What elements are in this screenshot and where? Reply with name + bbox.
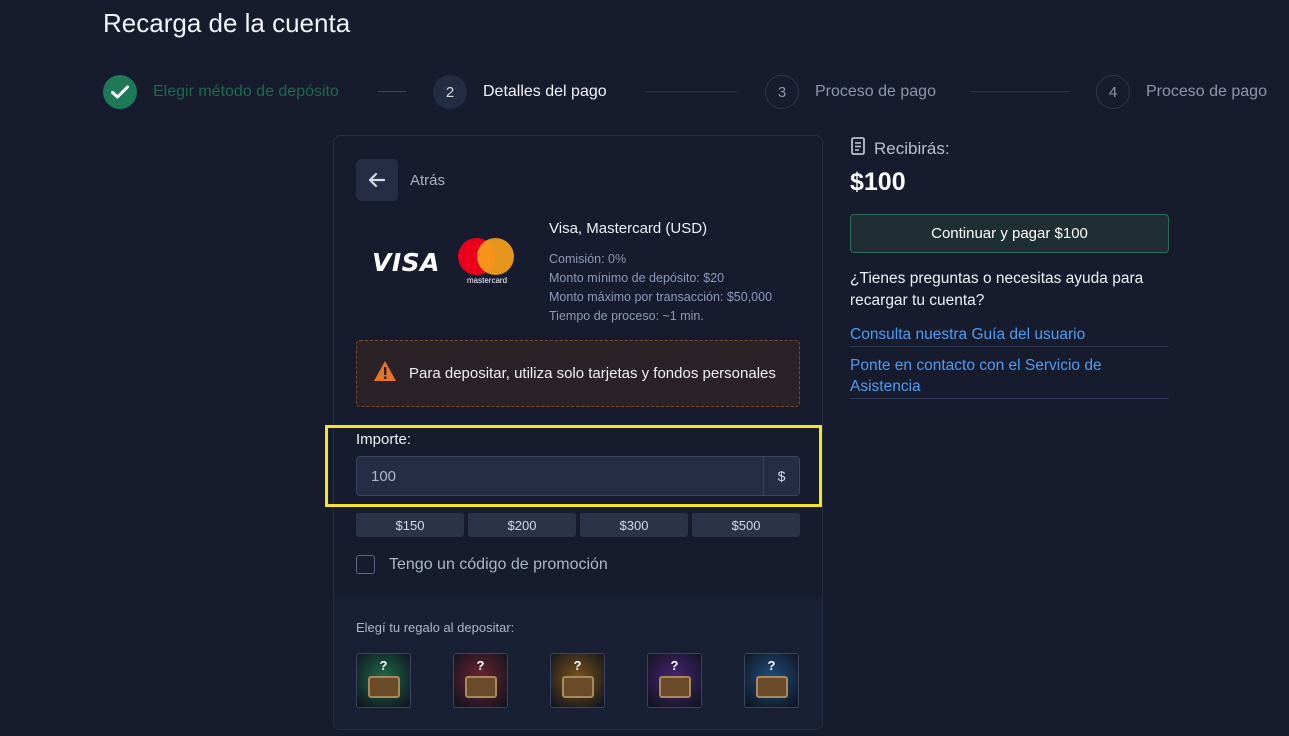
check-icon [103,75,137,109]
promo-checkbox[interactable] [356,555,375,574]
step-label: Proceso de pago [1146,83,1267,100]
amount-label: Importe: [356,431,412,448]
commission-text: Comisión: 0% [549,252,627,266]
step-connector [378,91,406,92]
step-label: Proceso de pago [815,83,936,100]
quick-amount-150[interactable]: $150 [356,513,464,537]
page-title: Recarga de la cuenta [103,8,351,38]
promo-code-toggle[interactable]: Tengo un código de promoción [356,555,608,574]
step-number: 4 [1096,75,1130,109]
gift-label: Elegí tu regalo al depositar: [356,620,515,635]
amount-input[interactable] [357,457,763,495]
step-connector [645,91,737,92]
quick-amount-200[interactable]: $200 [468,513,576,537]
receipt-icon [850,137,866,160]
chest-question-mark: ? [476,658,485,673]
back-label[interactable]: Atrás [410,172,445,189]
mastercard-logo: mastercard [456,238,518,286]
quick-amount-500[interactable]: $500 [692,513,800,537]
chest-question-mark: ? [379,658,388,673]
step-payment-process-2: 4 Proceso de pago [1096,74,1267,110]
receive-amount: $100 [850,168,906,196]
chest-purple-icon[interactable]: ? [647,653,702,708]
currency-suffix: $ [763,457,799,495]
chest-question-mark: ? [670,658,679,673]
method-info: Comisión: 0% Monto mínimo de depósito: $… [549,250,772,326]
support-contact-link[interactable]: Ponte en contacto con el Servicio de Asi… [850,355,1169,399]
step-number: 3 [765,75,799,109]
min-deposit-text: Monto mínimo de depósito: $20 [549,271,725,285]
process-time-text: Tiempo de proceso: ~1 min. [549,309,704,323]
step-choose-method: Elegir método de depósito [103,74,339,110]
step-label: Detalles del pago [483,83,607,100]
step-label: Elegir método de depósito [153,83,339,100]
quick-amounts: $150 $200 $300 $500 [356,513,800,537]
step-payment-details: 2 Detalles del pago [433,74,607,110]
max-transaction-text: Monto máximo por transacción: $50,000 [549,290,773,304]
chest-gold-icon[interactable]: ? [550,653,605,708]
chest-blue-icon[interactable]: ? [744,653,799,708]
gift-section: Elegí tu regalo al depositar: ? ? ? ? ? [334,596,822,729]
mastercard-wordmark: mastercard [467,276,508,285]
warning-text: Para depositar, utiliza solo tarjetas y … [409,365,776,382]
visa-logo: VISA [372,247,441,277]
gift-chests: ? ? ? ? ? [356,653,799,708]
payment-card: Atrás VISA mastercard Visa, Mastercard (… [333,135,823,730]
chest-question-mark: ? [573,658,582,673]
promo-label[interactable]: Tengo un código de promoción [389,556,608,574]
chest-question-mark: ? [767,658,776,673]
step-connector [970,91,1070,92]
method-name: Visa, Mastercard (USD) [549,220,708,237]
step-payment-process: 3 Proceso de pago [765,74,936,110]
card-logos: VISA mastercard [372,238,518,286]
receive-header: Recibirás: [850,137,950,160]
chest-red-icon[interactable]: ? [453,653,508,708]
warning-banner: Para depositar, utiliza solo tarjetas y … [356,340,800,407]
receive-label: Recibirás: [874,138,950,158]
user-guide-link[interactable]: Consulta nuestra Guía del usuario [850,324,1169,347]
help-question: ¿Tienes preguntas o necesitas ayuda para… [850,270,1144,309]
chest-green-icon[interactable]: ? [356,653,411,708]
quick-amount-300[interactable]: $300 [580,513,688,537]
step-number: 2 [433,75,467,109]
arrow-left-icon[interactable] [356,159,398,201]
continue-pay-button[interactable]: Continuar y pagar $100 [850,214,1169,253]
back-button[interactable]: Atrás [356,159,445,201]
amount-field[interactable]: $ [356,456,800,496]
warning-icon [373,360,397,387]
